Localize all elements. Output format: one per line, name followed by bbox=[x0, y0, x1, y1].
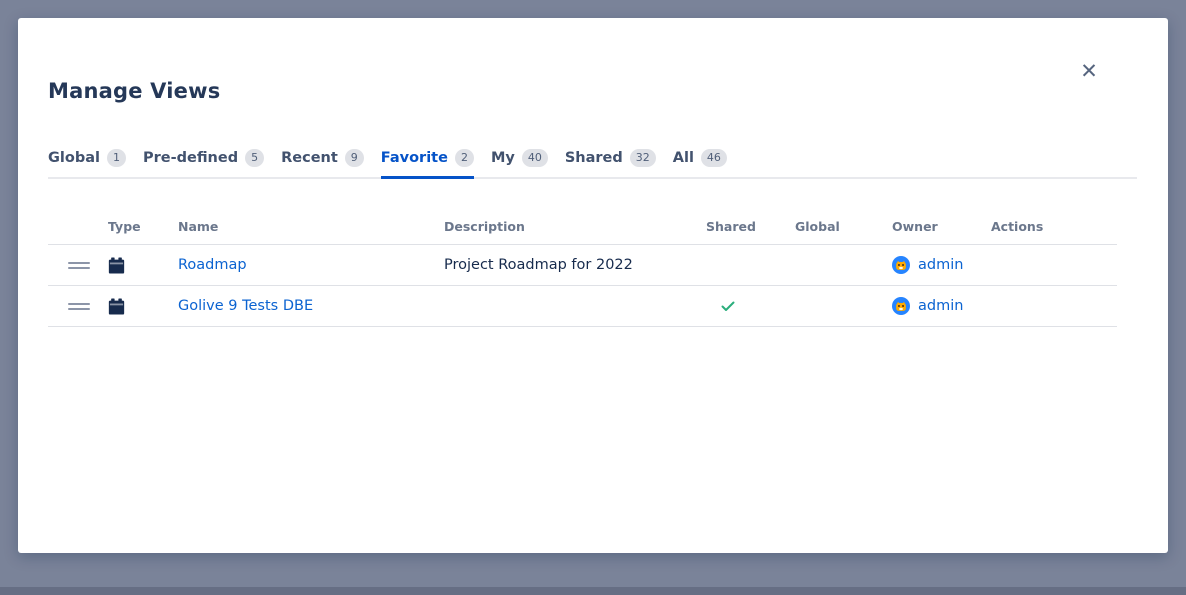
tab-label: My bbox=[491, 148, 515, 168]
tab-count-badge: 40 bbox=[522, 149, 548, 167]
view-description: Project Roadmap for 2022 bbox=[444, 257, 706, 273]
calendar-icon bbox=[108, 257, 125, 274]
view-name-link[interactable]: Golive 9 Tests DBE bbox=[178, 298, 313, 314]
header-name: Name bbox=[178, 219, 444, 234]
tab-label: All bbox=[673, 148, 694, 168]
tab-bar: Global 1 Pre-defined 5 Recent 9 Favorite… bbox=[48, 148, 1137, 179]
manage-views-modal: ✕ Manage Views Global 1 Pre-defined 5 Re… bbox=[18, 18, 1168, 553]
tab-recent[interactable]: Recent 9 bbox=[281, 148, 364, 179]
tab-label: Global bbox=[48, 148, 100, 168]
shared-cell bbox=[706, 298, 795, 314]
header-owner: Owner bbox=[892, 219, 991, 234]
drag-handle-icon[interactable] bbox=[68, 303, 90, 310]
tab-my[interactable]: My 40 bbox=[491, 148, 548, 179]
calendar-icon bbox=[108, 298, 125, 315]
tab-global[interactable]: Global 1 bbox=[48, 148, 126, 179]
views-table: Type Name Description Shared Global Owne… bbox=[48, 179, 1117, 327]
close-icon[interactable]: ✕ bbox=[1076, 58, 1102, 84]
tab-label: Pre-defined bbox=[143, 148, 238, 168]
header-global: Global bbox=[795, 219, 892, 234]
background-bottom-edge bbox=[0, 587, 1186, 595]
modal-overlay: ✕ Manage Views Global 1 Pre-defined 5 Re… bbox=[0, 0, 1186, 595]
tab-label: Shared bbox=[565, 148, 623, 168]
page-title: Manage Views bbox=[48, 78, 1168, 104]
tab-pre-defined[interactable]: Pre-defined 5 bbox=[143, 148, 264, 179]
tab-count-badge: 9 bbox=[345, 149, 364, 167]
tab-count-badge: 5 bbox=[245, 149, 264, 167]
table-row: Golive 9 Tests DBE bbox=[48, 286, 1117, 327]
tab-count-badge: 2 bbox=[455, 149, 474, 167]
tab-label: Recent bbox=[281, 148, 338, 168]
tab-shared[interactable]: Shared 32 bbox=[565, 148, 656, 179]
tab-label: Favorite bbox=[381, 148, 448, 168]
tab-favorite[interactable]: Favorite 2 bbox=[381, 148, 474, 179]
tab-count-badge: 1 bbox=[107, 149, 126, 167]
tab-count-badge: 32 bbox=[630, 149, 656, 167]
owner-link[interactable]: admin bbox=[918, 298, 963, 314]
check-icon bbox=[720, 298, 736, 314]
header-actions: Actions bbox=[991, 219, 1117, 234]
view-name-link[interactable]: Roadmap bbox=[178, 257, 247, 273]
tab-all[interactable]: All 46 bbox=[673, 148, 727, 179]
owner-link[interactable]: admin bbox=[918, 257, 963, 273]
table-row: Roadmap Project Roadmap for 2022 bbox=[48, 245, 1117, 286]
avatar bbox=[892, 256, 910, 274]
header-shared: Shared bbox=[706, 219, 795, 234]
header-description: Description bbox=[444, 219, 706, 234]
avatar bbox=[892, 297, 910, 315]
header-type: Type bbox=[108, 219, 178, 234]
table-header-row: Type Name Description Shared Global Owne… bbox=[48, 179, 1117, 245]
tab-count-badge: 46 bbox=[701, 149, 727, 167]
drag-handle-icon[interactable] bbox=[68, 262, 90, 269]
